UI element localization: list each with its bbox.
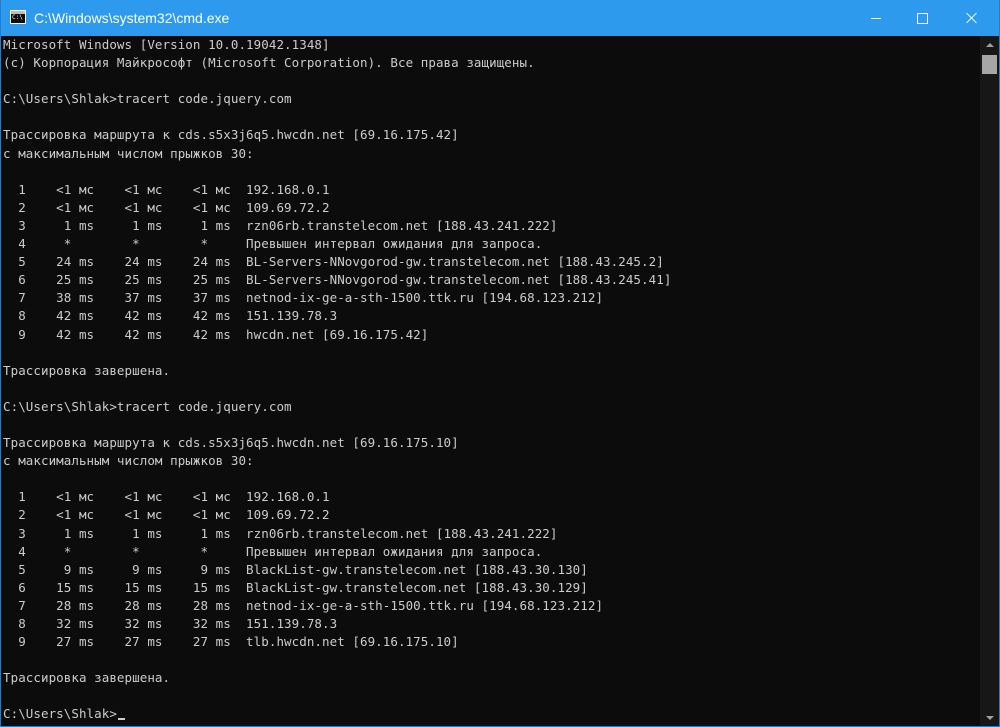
maximize-button[interactable]: [899, 0, 945, 36]
console-line: 1 <1 мс <1 мс <1 мс 192.168.0.1: [3, 489, 330, 505]
command-prompt-line: C:\Users\Shlak>: [3, 705, 981, 723]
console-line: (c) Корпорация Майкрософт (Microsoft Cor…: [3, 55, 535, 71]
close-icon: [966, 12, 978, 24]
window-title: C:\Windows\system32\cmd.exe: [34, 10, 230, 26]
minimize-icon: [871, 17, 881, 19]
console-line: 4 * * * Превышен интервал ожидания для з…: [3, 236, 543, 252]
vertical-scrollbar[interactable]: [980, 36, 999, 726]
maximize-icon: [916, 12, 928, 24]
scroll-up-arrow-icon: [985, 42, 994, 47]
console-line: с максимальным числом прыжков 30:: [3, 453, 254, 469]
close-button[interactable]: [945, 0, 999, 36]
cmd-app-icon[interactable]: [10, 10, 26, 24]
console-line: 4 * * * Превышен интервал ожидания для з…: [3, 543, 543, 559]
console-line: 6 25 ms 25 ms 25 ms BL-Servers-NNovgorod…: [3, 272, 672, 288]
title-bar[interactable]: C:\Windows\system32\cmd.exe: [1, 0, 999, 36]
console-line: Трассировка маршрута к cds.s5x3j6q5.hwcd…: [3, 127, 459, 143]
cmd-window: C:\Windows\system32\cmd.exe Microsoft Wi…: [0, 0, 1000, 727]
console-line: 5 24 ms 24 ms 24 ms BL-Servers-NNovgorod…: [3, 254, 664, 270]
console-output[interactable]: Microsoft Windows [Version 10.0.19042.13…: [1, 36, 981, 726]
console-line: Трассировка маршрута к cds.s5x3j6q5.hwcd…: [3, 435, 459, 451]
console-line: 7 28 ms 28 ms 28 ms netnod-ix-ge-a-sth-1…: [3, 597, 604, 613]
console-line: 7 38 ms 37 ms 37 ms netnod-ix-ge-a-sth-1…: [3, 290, 604, 306]
console-line: 3 1 ms 1 ms 1 ms rzn06rb.transtelecom.ne…: [3, 525, 558, 541]
console-line: 9 27 ms 27 ms 27 ms tlb.hwcdn.net [69.16…: [3, 634, 459, 650]
console-line: 1 <1 мс <1 мс <1 мс 192.168.0.1: [3, 181, 330, 197]
console-line: 2 <1 мс <1 мс <1 мс 109.69.72.2: [3, 507, 330, 523]
console-line: 8 32 ms 32 ms 32 ms 151.139.78.3: [3, 616, 338, 631]
minimize-button[interactable]: [853, 0, 899, 36]
console-line: Microsoft Windows [Version 10.0.19042.13…: [3, 37, 330, 52]
scroll-thumb[interactable]: [982, 55, 997, 74]
console-line: 9 42 ms 42 ms 42 ms hwcdn.net [69.16.175…: [3, 326, 429, 342]
console-line: 2 <1 мс <1 мс <1 мс 109.69.72.2: [3, 199, 330, 215]
text-cursor: [117, 718, 125, 721]
console-line: Трассировка завершена.: [3, 670, 171, 686]
console-line: 5 9 ms 9 ms 9 ms BlackList-gw.transtelec…: [3, 561, 588, 577]
console-line: 8 42 ms 42 ms 42 ms 151.139.78.3: [3, 308, 338, 324]
scroll-down-button[interactable]: [980, 709, 999, 726]
console-line: 3 1 ms 1 ms 1 ms rzn06rb.transtelecom.ne…: [3, 217, 558, 233]
scroll-down-arrow-icon: [985, 715, 994, 720]
scroll-up-button[interactable]: [980, 36, 999, 53]
console-line: с максимальным числом прыжков 30:: [3, 145, 254, 161]
console-line: C:\Users\Shlak>tracert code.jquery.com: [3, 91, 292, 107]
console-line: C:\Users\Shlak>tracert code.jquery.com: [3, 398, 292, 414]
console-line: Трассировка завершена.: [3, 362, 171, 378]
console-line: 6 15 ms 15 ms 15 ms BlackList-gw.transte…: [3, 579, 588, 595]
